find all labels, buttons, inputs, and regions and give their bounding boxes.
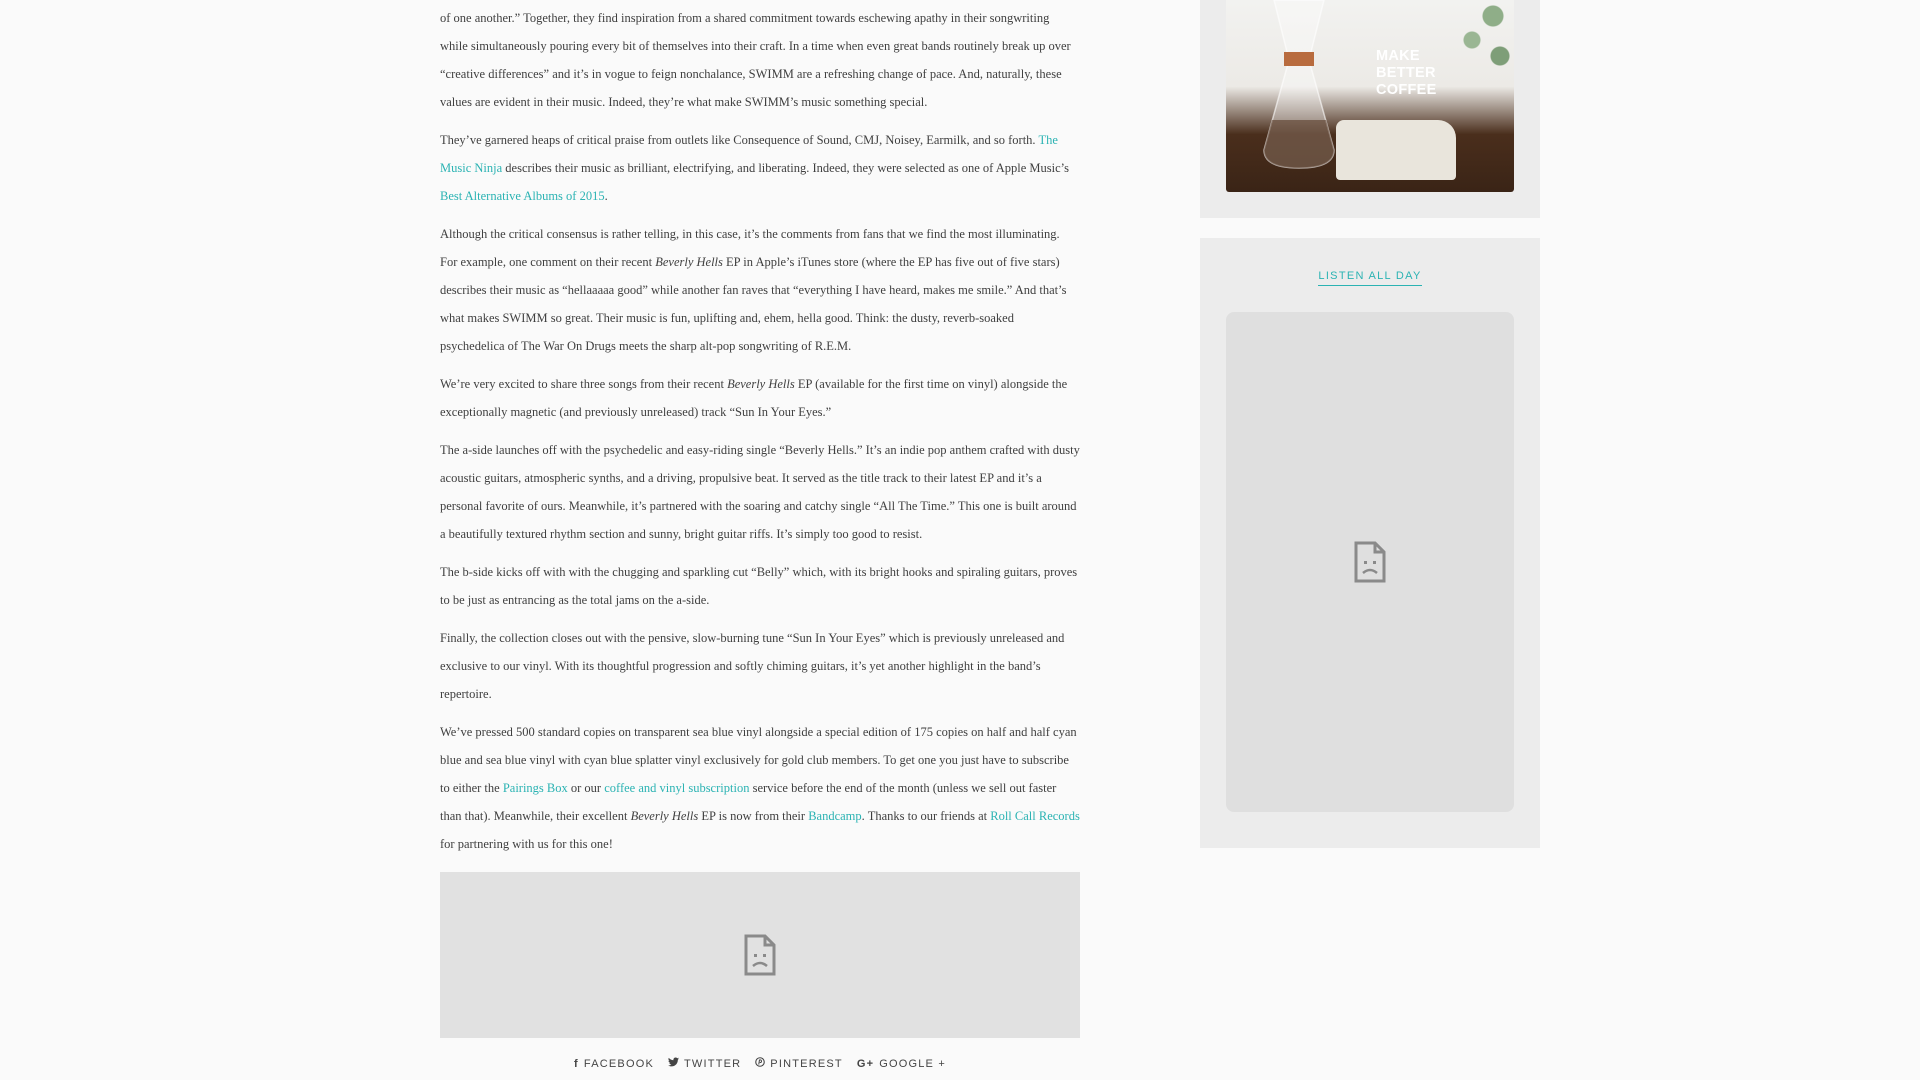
broken-embed-icon	[743, 934, 777, 976]
share-google-label: GOOGLE +	[879, 1057, 946, 1070]
paragraph: of one another.” Together, they find ins…	[440, 4, 1080, 116]
link-pairings-box[interactable]: Pairings Box	[503, 781, 568, 795]
coffee-carafe-graphic	[1263, 0, 1335, 169]
article-body: of one another.” Together, they find ins…	[440, 0, 1080, 1038]
share-twitter-button[interactable]: TWITTER	[668, 1057, 741, 1070]
paragraph-text: The b-side kicks off with with the chugg…	[440, 565, 1078, 607]
share-bar: f FACEBOOK TWITTER PINTEREST G+ GOOGLE +	[440, 1057, 1080, 1070]
facebook-icon: f	[574, 1057, 579, 1070]
paragraph-text: Finally, the collection closes out with …	[440, 631, 1065, 701]
ad-slogan-line: COFFEE	[1376, 82, 1437, 98]
paragraph: They’ve garnered heaps of critical prais…	[440, 126, 1080, 210]
paragraph: The b-side kicks off with with the chugg…	[440, 558, 1080, 614]
towel-graphic	[1336, 120, 1456, 180]
pinterest-icon	[755, 1057, 766, 1070]
share-facebook-button[interactable]: f FACEBOOK	[574, 1057, 654, 1070]
album-title: Beverly Hells	[727, 377, 795, 391]
link-best-alternative-albums[interactable]: Best Alternative Albums of 2015	[440, 189, 605, 203]
paragraph-text: They’ve garnered heaps of critical prais…	[440, 133, 1039, 147]
ad-slogan-line: MAKE	[1376, 48, 1420, 64]
link-bandcamp[interactable]: Bandcamp	[808, 809, 861, 823]
embedded-player-placeholder[interactable]	[440, 872, 1080, 1038]
ad-slogan-line: BETTER	[1376, 65, 1436, 81]
sidebar-ad-widget: MAKE BETTER COFFEE	[1200, 0, 1540, 218]
sidebar-player-placeholder[interactable]	[1226, 312, 1514, 812]
album-title: Beverly Hells	[630, 809, 699, 823]
coffee-ad-banner[interactable]: MAKE BETTER COFFEE	[1226, 0, 1514, 192]
paragraph-text: The a-side launches off with the psyched…	[440, 443, 1080, 541]
paragraph: We’re very excited to share three songs …	[440, 370, 1080, 426]
google-plus-icon: G+	[856, 1057, 875, 1070]
share-pinterest-label: PINTEREST	[770, 1057, 843, 1070]
share-facebook-label: FACEBOOK	[583, 1057, 655, 1070]
share-pinterest-button[interactable]: PINTEREST	[755, 1057, 843, 1070]
paragraph-text: or our	[567, 781, 605, 795]
paragraph-text: We’re very excited to share three songs …	[440, 377, 728, 391]
paragraph-text: .	[604, 189, 608, 203]
paragraph-text: describes their music as brilliant, elec…	[502, 161, 1069, 175]
widget-title: LISTEN ALL DAY	[1200, 270, 1540, 286]
paragraph: Finally, the collection closes out with …	[440, 624, 1080, 708]
paragraph: The a-side launches off with the psyched…	[440, 436, 1080, 548]
paragraph: We’ve pressed 500 standard copies on tra…	[440, 718, 1080, 858]
share-google-plus-button[interactable]: G+ GOOGLE +	[857, 1057, 946, 1070]
paragraph-text: for partnering with us for this one!	[440, 837, 613, 851]
album-title: Beverly Hells	[655, 255, 723, 269]
paragraph-text: . Thanks to our friends at	[861, 809, 991, 823]
broken-embed-icon	[1353, 541, 1387, 583]
paragraph-text: of one another.” Together, they find ins…	[440, 11, 1071, 109]
share-twitter-label: TWITTER	[684, 1057, 742, 1070]
paragraph-text: EP in Apple’s iTunes store (where the EP…	[440, 255, 1067, 353]
link-coffee-vinyl-subscription[interactable]: coffee and vinyl subscription	[604, 781, 749, 795]
link-roll-call-records[interactable]: Roll Call Records	[990, 809, 1080, 823]
sidebar-listen-widget: LISTEN ALL DAY	[1200, 238, 1540, 848]
widget-title-text: LISTEN ALL DAY	[1318, 270, 1422, 286]
twitter-icon	[668, 1057, 680, 1070]
paragraph-text: EP is now from their	[698, 809, 809, 823]
ad-slogan: MAKE BETTER COFFEE	[1376, 48, 1466, 99]
paragraph: Although the critical consensus is rathe…	[440, 220, 1080, 360]
